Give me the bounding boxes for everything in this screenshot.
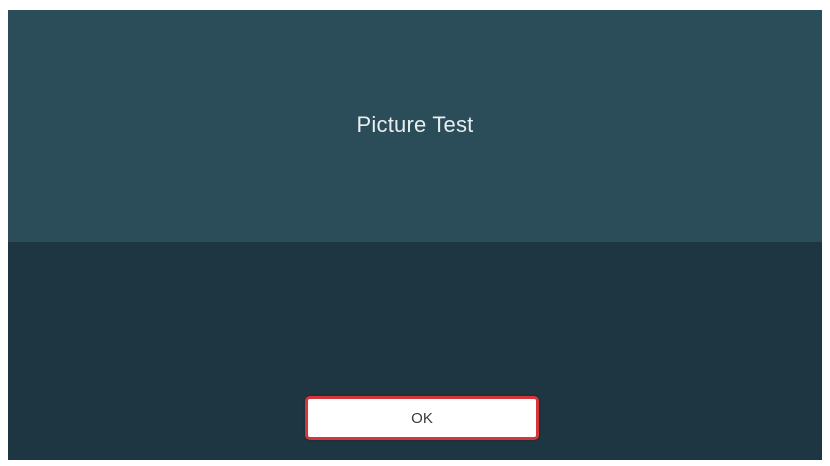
ok-button[interactable]: OK <box>305 396 539 440</box>
dialog-title: Picture Test <box>356 112 474 137</box>
dialog-header: Picture Test <box>8 10 822 242</box>
dialog-body: OK <box>8 242 822 460</box>
tv-screen: Picture Test OK <box>8 10 822 460</box>
